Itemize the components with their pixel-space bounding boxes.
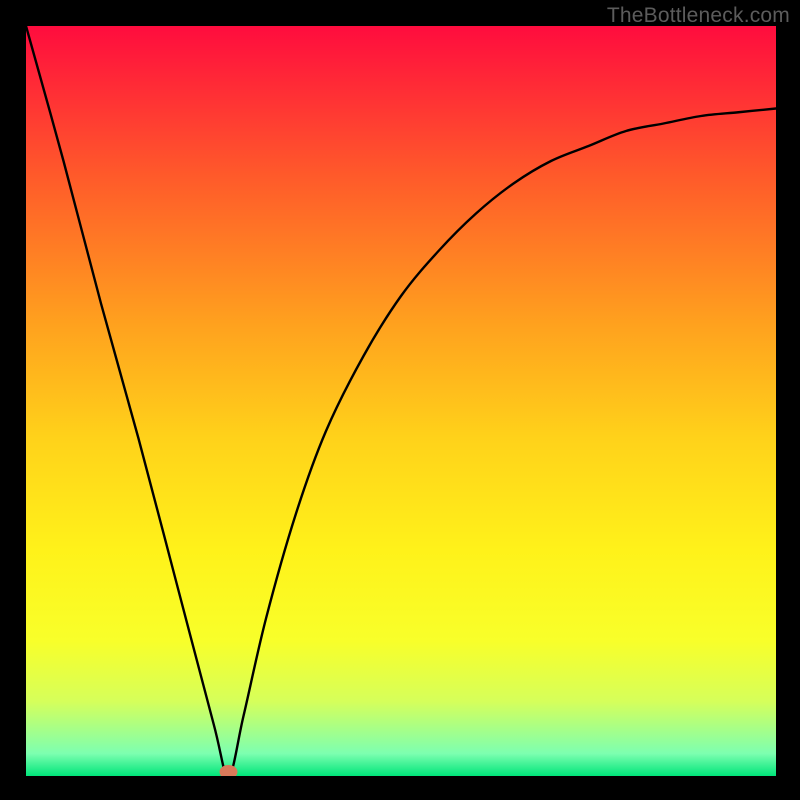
watermark-text: TheBottleneck.com: [607, 4, 790, 28]
chart-frame: TheBottleneck.com: [0, 0, 800, 800]
bottleneck-chart: [26, 26, 776, 776]
gradient-background: [26, 26, 776, 776]
